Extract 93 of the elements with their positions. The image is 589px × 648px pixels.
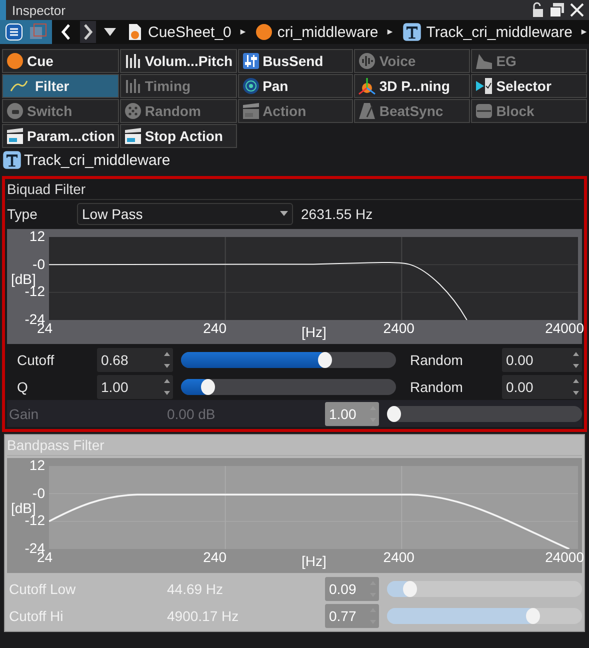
orb-icon xyxy=(6,52,24,70)
param-label: Cutoff Low xyxy=(9,580,77,596)
param-reading: 44.69 Hz xyxy=(167,580,224,596)
slider[interactable] xyxy=(387,580,582,596)
caret-icon xyxy=(239,27,248,37)
close-icon[interactable] xyxy=(569,2,585,18)
axis-tick-label: 2400 xyxy=(383,320,414,336)
inspector-tab[interactable]: Volum...Pitch xyxy=(120,49,237,73)
axis-tick-label: 12 xyxy=(29,228,45,244)
param-label: Random xyxy=(409,378,464,394)
param-reading: 0.00 dB xyxy=(167,406,216,422)
inspector-tab[interactable]: Cue xyxy=(2,49,119,73)
equalizer-icon xyxy=(124,52,142,70)
axes-icon xyxy=(358,77,376,95)
panel-title: Biquad Filter xyxy=(7,179,582,200)
caret-icon xyxy=(386,27,394,37)
chevron-left-icon xyxy=(60,23,72,41)
window-title: Inspector xyxy=(12,2,66,18)
menu-button[interactable] xyxy=(3,21,25,43)
clapperboard-icon xyxy=(242,102,260,120)
inspector-tab[interactable]: Selector xyxy=(471,74,587,98)
param-label: Cutoff Hi xyxy=(9,608,64,624)
inspector-tab[interactable]: Stop Action xyxy=(120,124,237,148)
orb-icon xyxy=(255,23,274,41)
axis-unit-label: [Hz] xyxy=(302,553,326,569)
block-icon xyxy=(475,102,494,120)
inspector-tab[interactable]: Action xyxy=(238,99,354,123)
windows-icon xyxy=(29,23,47,41)
breadcrumb-item[interactable]: Track_cri_middleware xyxy=(400,22,574,42)
forward-button[interactable] xyxy=(80,21,96,43)
inspector-tab[interactable]: BeatSync xyxy=(354,99,470,123)
inspector-tab[interactable]: Random xyxy=(120,99,237,123)
inspector-tab[interactable]: Block xyxy=(471,99,587,123)
param-label: Random xyxy=(409,352,464,368)
inspector-tab[interactable]: BusSend xyxy=(238,49,354,73)
inspector-tab[interactable]: Timing xyxy=(120,74,237,98)
axis-tick-label: 12 xyxy=(29,457,45,473)
radar-icon xyxy=(242,77,260,95)
lock-icon[interactable] xyxy=(531,2,545,18)
breadcrumb-item[interactable]: CueSheet_0 xyxy=(124,23,234,41)
restore-icon[interactable] xyxy=(549,2,565,18)
inspector-tab[interactable]: EG xyxy=(471,49,587,73)
dice-icon xyxy=(124,102,142,120)
param-reading: 4900.17 Hz xyxy=(167,608,240,624)
axis-tick-label: 24000 xyxy=(545,549,584,565)
param-label: Gain xyxy=(9,406,40,422)
triangle-down-icon xyxy=(104,27,116,37)
axis-tick-label: 2400 xyxy=(383,549,414,565)
breadcrumb-item[interactable]: cri_middleware xyxy=(253,23,380,41)
axis-tick-label: 240 xyxy=(203,549,226,565)
slider-thumb[interactable] xyxy=(201,378,216,394)
inspector-tab[interactable]: Pan xyxy=(238,74,354,98)
number-field[interactable]: 0.00 xyxy=(502,374,582,398)
axis-tick-label: 24000 xyxy=(545,320,584,336)
inspector-tab[interactable]: Switch xyxy=(2,99,119,123)
clapperboard-icon xyxy=(124,127,142,145)
inspector-tab[interactable]: Param...ction xyxy=(2,124,119,148)
inspector-tab[interactable]: 3D P...ning xyxy=(354,74,470,98)
axis-tick-label: -0 xyxy=(32,484,45,501)
param-label: Cutoff xyxy=(17,352,56,368)
axis-tick-label: 240 xyxy=(203,320,226,336)
slider[interactable] xyxy=(387,608,582,624)
slider-thumb[interactable] xyxy=(526,608,540,624)
number-field[interactable]: 1.00 xyxy=(97,374,173,398)
envelope-icon xyxy=(475,52,494,70)
field-label: Type xyxy=(7,206,38,222)
slider-thumb[interactable] xyxy=(403,580,418,596)
document-icon xyxy=(126,23,144,41)
frequency-reading: 2631.55 Hz xyxy=(301,206,373,222)
axis-tick-label: -0 xyxy=(32,256,45,272)
target-name: Track_cri_middleware xyxy=(24,152,170,168)
slider[interactable] xyxy=(387,406,582,422)
param-label: Q xyxy=(17,378,29,394)
slider[interactable] xyxy=(181,378,396,394)
number-field[interactable]: 0.00 xyxy=(502,348,582,372)
switch-icon xyxy=(6,102,24,120)
chevron-right-icon xyxy=(82,23,94,41)
inspector-tab[interactable]: Voice xyxy=(354,49,470,73)
slider[interactable] xyxy=(181,352,396,368)
clapperboard-icon xyxy=(6,127,24,145)
caret-icon xyxy=(580,27,588,37)
selector-icon xyxy=(475,77,494,95)
menu-icon xyxy=(5,23,23,41)
inspector-tab[interactable]: Filter xyxy=(2,74,119,98)
caret-icon xyxy=(280,211,288,216)
waveform-icon xyxy=(358,52,376,70)
faders-icon xyxy=(242,52,260,70)
equalizer-icon xyxy=(124,77,142,95)
axis-unit-label: [Hz] xyxy=(302,324,326,340)
number-field[interactable]: 0.68 xyxy=(97,348,173,372)
track-icon xyxy=(2,150,22,170)
type-dropdown[interactable]: Low Pass xyxy=(77,202,293,224)
metronome-icon xyxy=(358,102,376,120)
